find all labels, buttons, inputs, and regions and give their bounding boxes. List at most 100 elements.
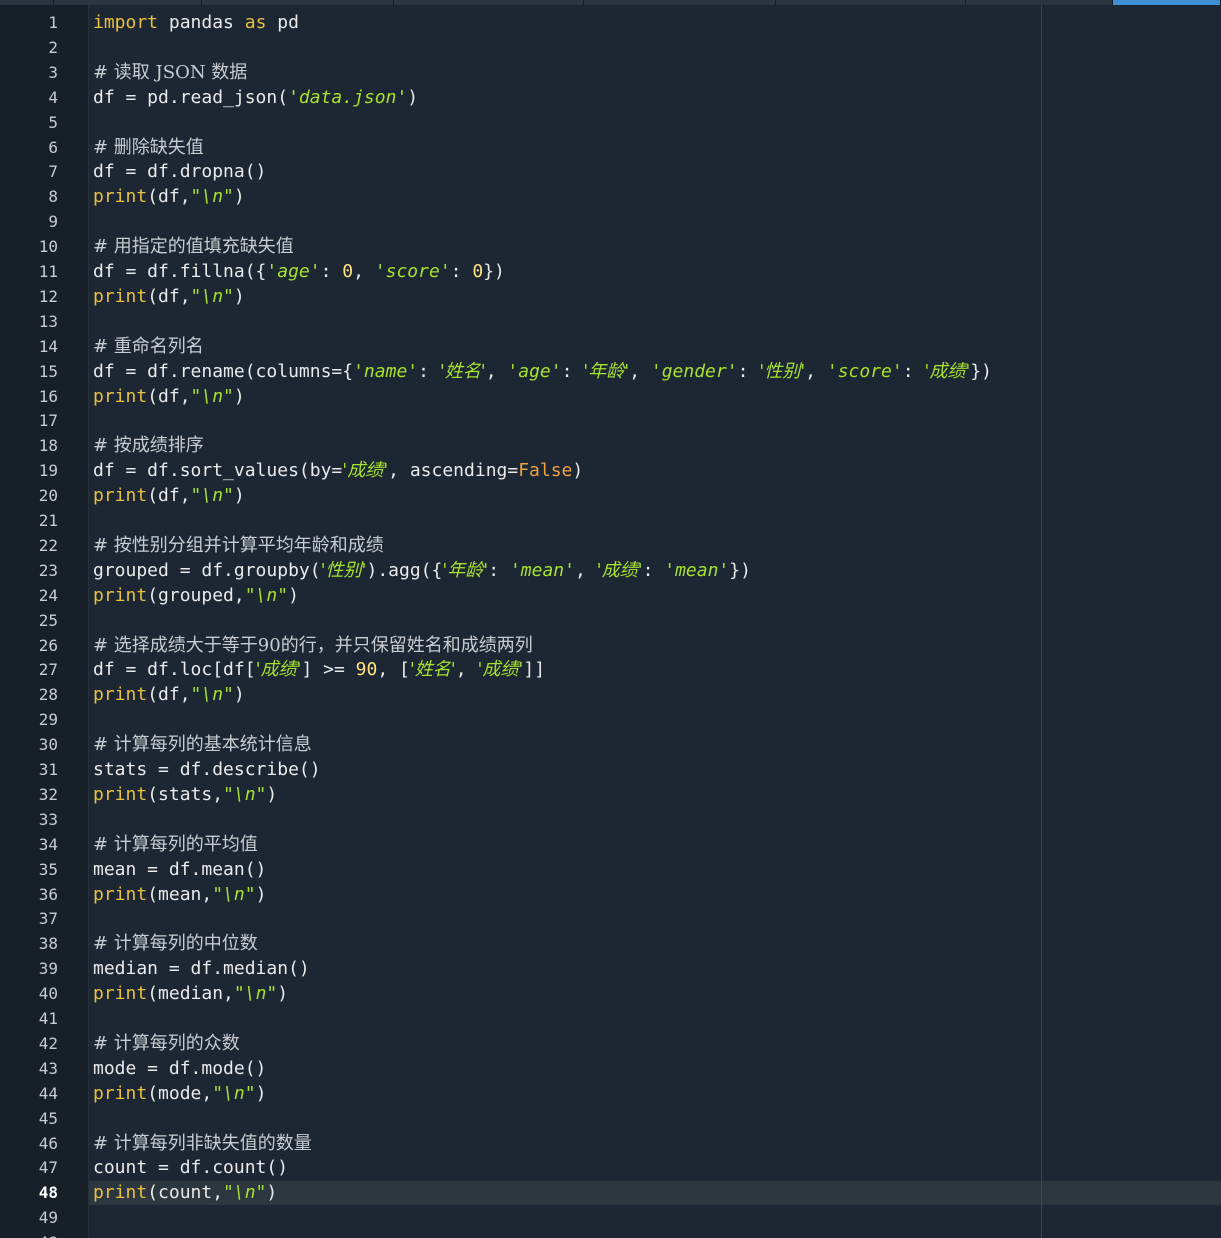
line-number: 43 (38, 1058, 58, 1078)
code-line[interactable]: df = pd.read_json('data.json') (93, 86, 418, 110)
token-com: # 按成绩排序 (93, 435, 204, 457)
token-plain: mode = df.mode() (93, 1057, 267, 1079)
code-line[interactable]: grouped = df.groupby('性别').agg({'年龄': 'm… (93, 559, 751, 583)
token-str: 'name' (353, 360, 419, 382)
token-plain: (df, (147, 485, 191, 507)
code-line[interactable]: # 重命名列名 (93, 335, 204, 359)
line-number-gutter: 1 2 3 4 5 6 7 8 9 10 11 12 13 14 15 16 17 18 19 20 21 22 23 24 2… (0, 5, 89, 1238)
token-plain: (median, (147, 983, 234, 1005)
token-str: '成绩' (596, 559, 643, 581)
code-line[interactable]: print(stats,"\n") (93, 783, 277, 807)
code-line[interactable]: # 删除缺失值 (93, 136, 204, 160)
token-str: '姓名' (439, 360, 486, 382)
code-line[interactable]: df = df.dropna() (93, 160, 266, 184)
line-number: 37 (38, 909, 58, 929)
code-line[interactable]: df = df.loc[df['成绩'] >= 90, ['姓名', '成绩']… (93, 658, 545, 682)
token-plain: , (353, 261, 375, 282)
code-line[interactable]: df = df.sort_values(by='成绩', ascending=F… (93, 459, 583, 483)
token-plain: ) (266, 783, 278, 805)
token-kw: print (93, 1082, 148, 1104)
code-line[interactable]: print(median,"\n") (93, 982, 288, 1006)
token-com: # 重命名列名 (93, 335, 204, 357)
code-line[interactable]: mean = df.mean() (93, 858, 266, 882)
code-line[interactable]: print(df,"\n") (93, 385, 245, 409)
code-line[interactable]: print(count,"\n") (93, 1181, 277, 1205)
token-plain: (df, (147, 186, 191, 208)
line-number: 13 (38, 311, 58, 331)
code-editor[interactable]: 1 2 3 4 5 6 7 8 9 10 11 12 13 14 15 16 17 18 19 20 21 22 23 24 2… (0, 5, 1221, 1238)
token-str: '成绩' (342, 460, 389, 482)
code-line[interactable]: print(df,"\n") (93, 683, 245, 707)
token-str: 'score' (374, 261, 451, 282)
token-plain: ).agg({ (366, 559, 443, 581)
line-number: 23 (38, 560, 58, 580)
token-plain: : (642, 559, 665, 581)
token-kw: print (93, 385, 148, 407)
token-plain: ) (255, 1082, 267, 1104)
token-num: 0 (342, 261, 354, 282)
code-line[interactable]: # 计算每列非缺失值的数量 (93, 1132, 312, 1156)
line-number: 28 (38, 685, 58, 705)
code-line[interactable]: # 计算每列的基本统计信息 (93, 733, 312, 757)
token-plain: df = df.loc[df[ (93, 659, 256, 681)
code-line[interactable]: # 读取 JSON 数据 (93, 61, 247, 85)
code-line[interactable]: # 按性别分组并计算平均年龄和成绩 (93, 534, 384, 558)
code-line[interactable]: # 按成绩排序 (93, 434, 204, 458)
code-line[interactable]: df = df.rename(columns={'name': '姓名', 'a… (93, 360, 992, 384)
token-plain: ]] (523, 659, 546, 681)
token-plain: df = pd.read_json( (93, 86, 289, 108)
code-line[interactable]: print(mean,"\n") (93, 883, 266, 907)
code-line[interactable]: mode = df.mode() (93, 1057, 266, 1081)
token-plain: ) (277, 983, 289, 1005)
token-num: 90 (355, 659, 378, 681)
token-plain: , (455, 659, 478, 681)
line-number: 2 (48, 37, 58, 57)
line-number: 8 (48, 187, 58, 207)
code-line[interactable]: median = df.median() (93, 957, 310, 981)
token-plain: pd (266, 12, 299, 33)
token-plain: (df, (147, 385, 191, 407)
line-number: 9 (48, 212, 58, 232)
line-number: 14 (38, 336, 58, 356)
line-number: 32 (38, 784, 58, 804)
token-str: "\n" (212, 883, 256, 905)
code-line[interactable]: # 用指定的值填充缺失值 (93, 235, 294, 259)
code-line[interactable]: # 计算每列的中位数 (93, 932, 258, 956)
code-line[interactable]: stats = df.describe() (93, 758, 321, 782)
code-line[interactable]: df = df.fillna({'age': 0, 'score': 0}) (93, 260, 505, 284)
token-str: "\n" (190, 485, 234, 507)
token-str: '成绩' (255, 659, 302, 681)
line-number: 47 (38, 1158, 58, 1178)
line-number: 25 (38, 610, 58, 630)
line-number: 38 (38, 934, 58, 954)
code-line[interactable]: # 计算每列的众数 (93, 1032, 240, 1056)
token-plain: ) (233, 285, 245, 307)
token-plain: (count, (147, 1182, 224, 1204)
line-number: 10 (38, 237, 58, 257)
token-str: "\n" (233, 983, 278, 1005)
token-bool: False (518, 460, 573, 482)
code-line[interactable]: # 计算每列的平均值 (93, 833, 258, 857)
token-com: # 选择成绩大于等于90的行，并只保留姓名和成绩两列 (93, 634, 533, 656)
code-line[interactable]: print(grouped,"\n") (93, 584, 299, 608)
code-line[interactable]: count = df.count() (93, 1156, 288, 1180)
token-kw: as (244, 12, 267, 33)
code-line[interactable]: print(df,"\n") (93, 484, 245, 508)
token-kw: import (93, 12, 159, 33)
token-str: '年龄' (442, 559, 489, 581)
code-line[interactable]: print(df,"\n") (93, 285, 245, 309)
token-plain: : (902, 360, 925, 382)
code-line[interactable]: import pandas as pd (93, 11, 299, 35)
token-plain: }) (970, 360, 992, 382)
line-number: 6 (48, 137, 58, 157)
code-line[interactable]: # 选择成绩大于等于90的行，并只保留姓名和成绩两列 (93, 634, 533, 658)
token-plain: , ascending= (388, 460, 519, 482)
line-number: 7 (48, 162, 58, 182)
token-plain: ) (233, 684, 245, 706)
token-com: # 计算每列的众数 (93, 1032, 240, 1054)
code-line[interactable]: print(mode,"\n") (93, 1082, 266, 1106)
code-area[interactable]: import pandas as pd # 读取 JSON 数据 df = pd.r… (93, 5, 1221, 1238)
code-line[interactable]: print(df,"\n") (93, 185, 245, 209)
token-plain: ) (288, 584, 299, 606)
token-com: # 删除缺失值 (93, 136, 204, 158)
